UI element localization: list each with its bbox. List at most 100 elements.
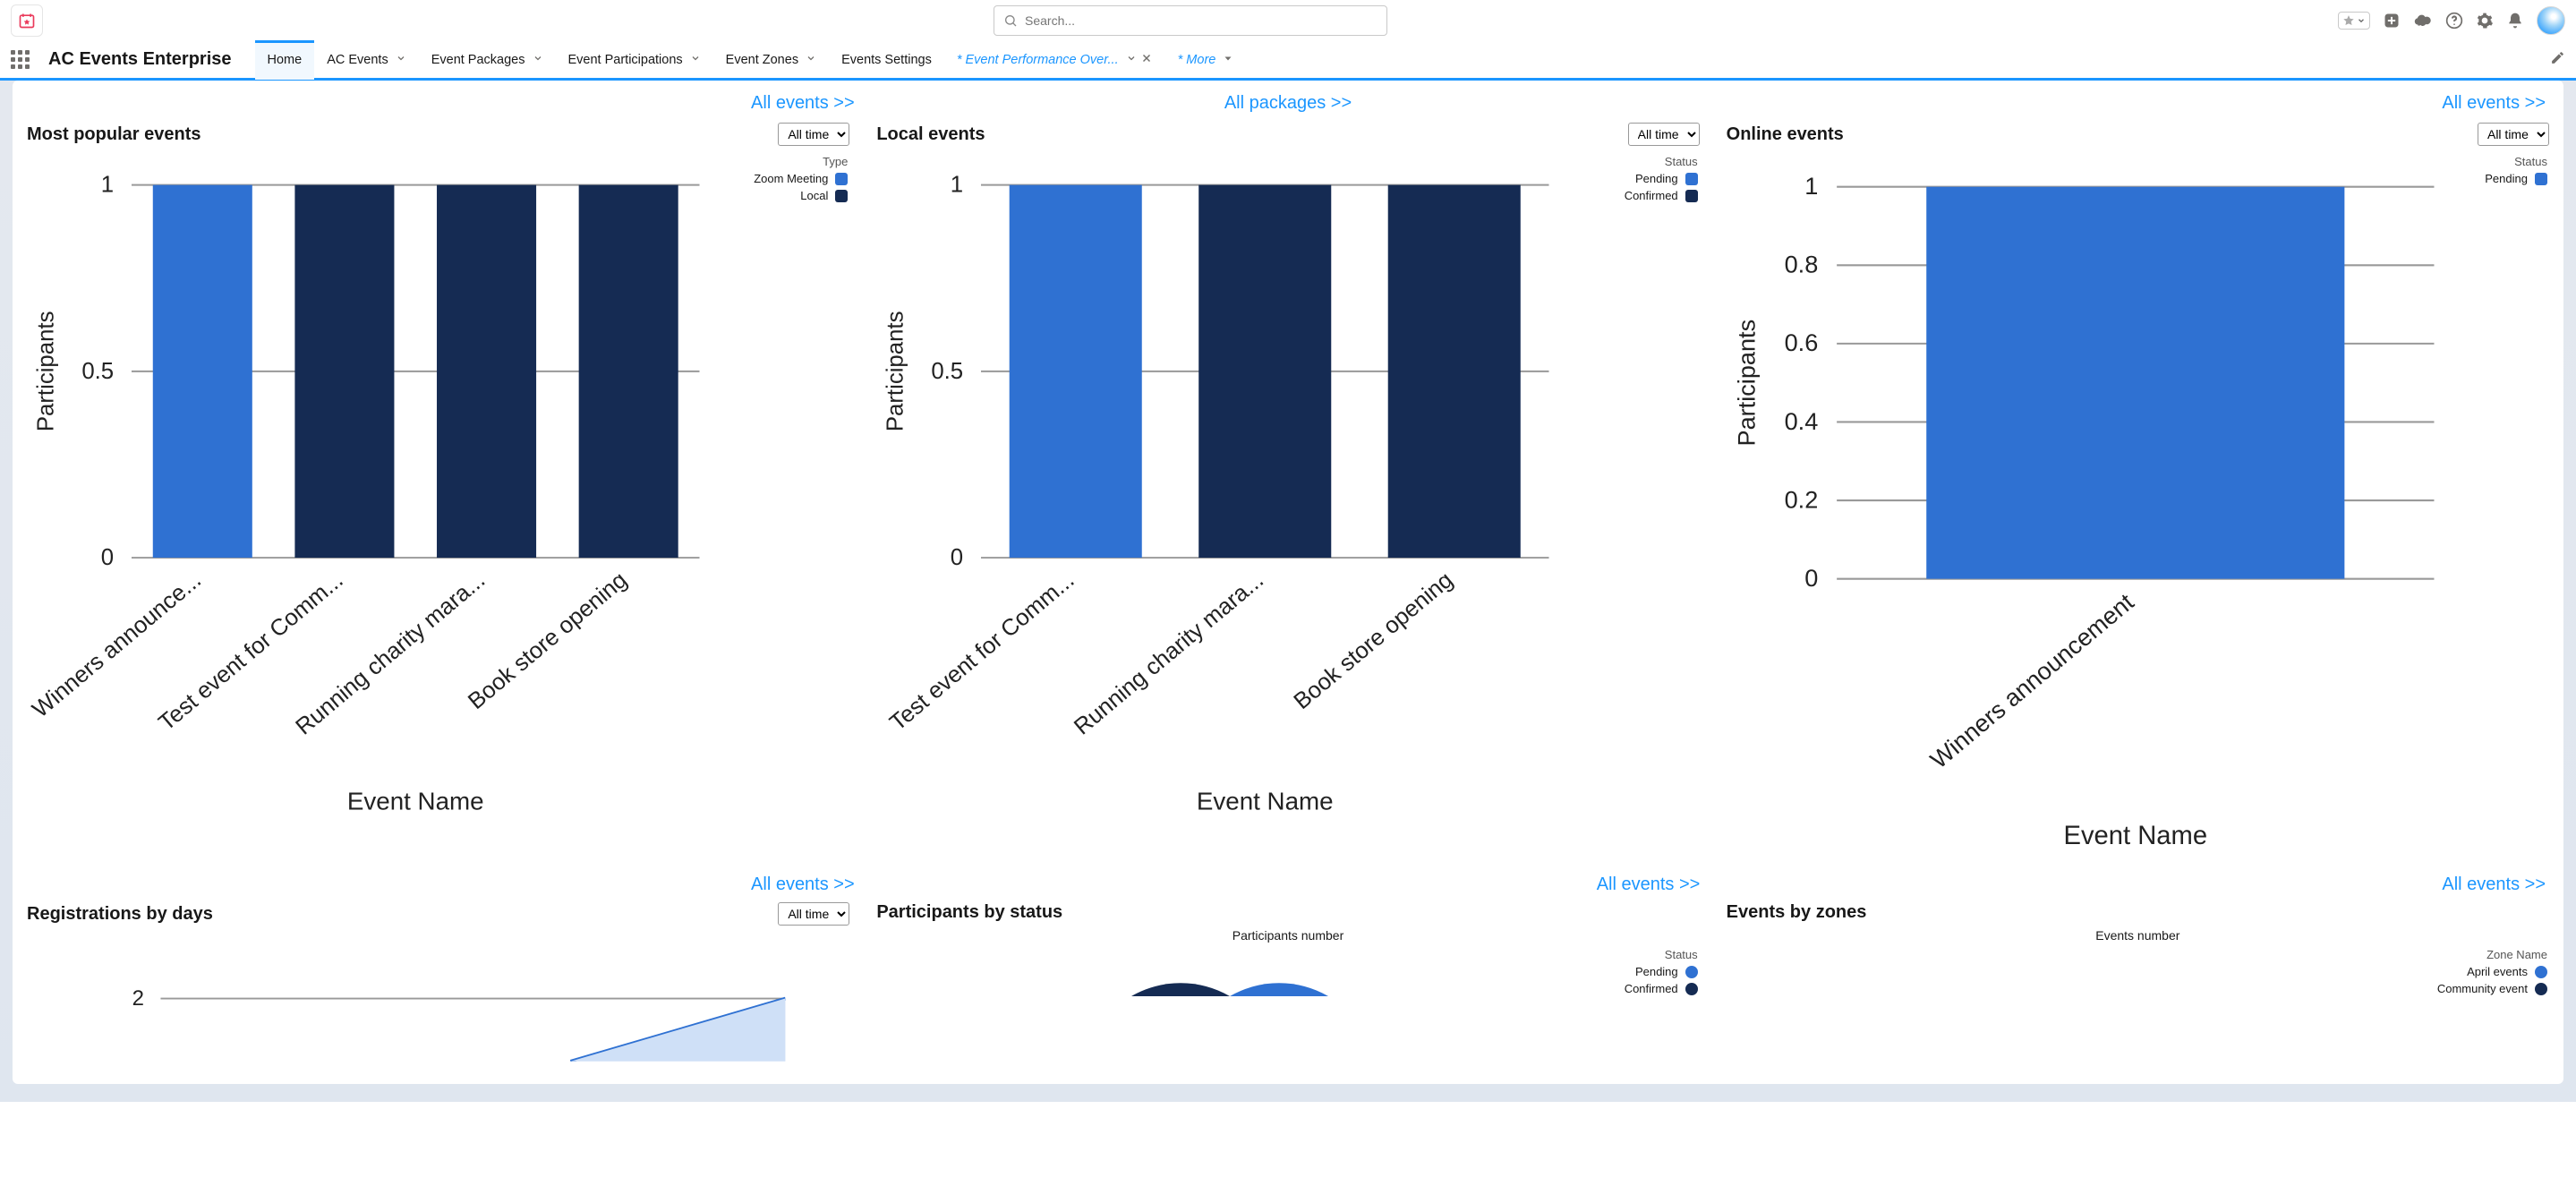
legend-title: Status xyxy=(1567,155,1698,168)
legend-swatch xyxy=(835,190,848,202)
search-input[interactable] xyxy=(1025,13,1378,28)
svg-text:Event Name: Event Name xyxy=(2063,822,2207,850)
legend-title: Type xyxy=(717,155,848,168)
all-events-link[interactable]: All events >> xyxy=(2442,93,2546,113)
legend-item: Pending xyxy=(1585,965,1698,978)
add-button[interactable] xyxy=(2383,12,2401,30)
all-events-link[interactable]: All events >> xyxy=(1597,875,1701,894)
legend-item: Community event xyxy=(2408,982,2547,995)
tab-event-packages[interactable]: Event Packages xyxy=(419,40,556,80)
chevron-down-icon[interactable] xyxy=(533,53,543,67)
favorites-button[interactable] xyxy=(2338,12,2370,30)
svg-text:0.8: 0.8 xyxy=(1784,251,1818,278)
chevron-down-icon[interactable] xyxy=(690,53,701,67)
svg-text:0.5: 0.5 xyxy=(81,359,114,384)
chart-popular: 00.51Winners announce...Test event for C… xyxy=(25,149,717,823)
page-body: All events >> All packages >> All events… xyxy=(0,81,2576,1102)
chevron-down-icon[interactable] xyxy=(806,53,816,67)
time-filter-select[interactable]: All time xyxy=(778,902,849,926)
tab-event-zones[interactable]: Event Zones xyxy=(713,40,829,80)
search-icon xyxy=(1003,13,1018,28)
bell-icon xyxy=(2506,12,2524,30)
legend-item: Pending xyxy=(1567,172,1698,185)
all-packages-link[interactable]: All packages >> xyxy=(1224,93,1352,113)
svg-text:Participants: Participants xyxy=(1732,320,1760,447)
svg-text:0.5: 0.5 xyxy=(932,359,964,384)
chevron-down-icon[interactable] xyxy=(396,53,406,67)
chart-by-zones: 2 xyxy=(1967,943,2164,996)
panel-title: Most popular events xyxy=(27,124,200,145)
svg-text:0: 0 xyxy=(1804,564,1818,592)
cloud-icon xyxy=(2413,13,2433,29)
panel-title: Local events xyxy=(876,124,985,145)
panel-title: Registrations by days xyxy=(27,904,213,925)
avatar[interactable] xyxy=(2537,6,2565,35)
chart-local: 00.51Test event for Comm...Running chari… xyxy=(874,149,1566,823)
svg-text:2: 2 xyxy=(132,986,144,1011)
chevron-down-icon[interactable] xyxy=(1126,53,1137,67)
edit-page-button[interactable] xyxy=(2550,50,2565,70)
tab-ac-events[interactable]: AC Events xyxy=(314,40,419,80)
tab-event-participations[interactable]: Event Participations xyxy=(556,40,713,80)
context-bar: AC Events Enterprise Home AC Events Even… xyxy=(0,41,2576,81)
chart-by-status xyxy=(1131,943,1328,996)
salesforce-button[interactable] xyxy=(2413,13,2433,29)
nav-tabs: Home AC Events Event Packages Event Part… xyxy=(255,40,1247,80)
svg-text:1: 1 xyxy=(101,173,114,198)
svg-text:0.4: 0.4 xyxy=(1784,407,1818,435)
tab-events-settings[interactable]: Events Settings xyxy=(829,40,944,80)
legend-item: Local xyxy=(717,189,848,202)
global-header xyxy=(0,0,2576,41)
chart-reg-days: 2 xyxy=(25,929,851,1062)
legend-swatch xyxy=(2535,173,2547,185)
global-search[interactable] xyxy=(994,5,1387,36)
panel-most-popular: Most popular events All time 00.51Winner… xyxy=(25,123,851,858)
legend-item: Confirmed xyxy=(1567,189,1698,202)
legend-item: Zoom Meeting xyxy=(717,172,848,185)
svg-text:Test event for Comm...: Test event for Comm... xyxy=(885,567,1079,736)
svg-text:Participants: Participants xyxy=(883,311,908,432)
svg-text:Event Name: Event Name xyxy=(1197,788,1334,815)
all-events-link[interactable]: All events >> xyxy=(751,93,855,113)
legend-item: Confirmed xyxy=(1585,982,1698,995)
notifications-button[interactable] xyxy=(2506,12,2524,30)
tab-home[interactable]: Home xyxy=(255,40,315,80)
time-filter-select[interactable]: All time xyxy=(2478,123,2549,146)
svg-text:Participants: Participants xyxy=(34,311,59,432)
app-icon xyxy=(11,4,43,37)
legend-swatch xyxy=(1685,966,1698,978)
panel-participants-by-status: Participants by status Participants numb… xyxy=(874,902,1701,1066)
close-icon[interactable] xyxy=(1140,52,1153,68)
panel-subtitle: Participants number xyxy=(874,928,1701,943)
legend-swatch xyxy=(2535,966,2547,978)
panel-title: Participants by status xyxy=(876,902,1062,923)
star-icon xyxy=(2342,14,2355,27)
svg-text:2: 2 xyxy=(2111,977,2120,995)
legend-swatch xyxy=(835,173,848,185)
setup-button[interactable] xyxy=(2476,12,2494,30)
panel-local-events: Local events All time 00.51Test event fo… xyxy=(874,123,1701,858)
time-filter-select[interactable]: All time xyxy=(1628,123,1700,146)
all-events-link[interactable]: All events >> xyxy=(2442,875,2546,894)
tab-more[interactable]: * More xyxy=(1165,40,1247,80)
question-icon xyxy=(2445,12,2463,30)
plus-icon xyxy=(2383,12,2401,30)
all-events-link[interactable]: All events >> xyxy=(751,875,855,894)
svg-text:Winners announcement: Winners announcement xyxy=(1924,587,2139,773)
legend-title: Status xyxy=(1585,948,1698,961)
tab-event-performance[interactable]: * Event Performance Over... xyxy=(944,40,1165,80)
svg-text:0: 0 xyxy=(101,545,114,570)
caret-down-icon[interactable] xyxy=(1223,53,1233,67)
time-filter-select[interactable]: All time xyxy=(778,123,849,146)
panel-title: Events by zones xyxy=(1727,902,1867,923)
help-button[interactable] xyxy=(2445,12,2463,30)
svg-text:0.2: 0.2 xyxy=(1784,485,1818,513)
legend-item: Pending xyxy=(2452,172,2547,185)
chevron-down-icon xyxy=(2357,16,2366,25)
legend-swatch xyxy=(1685,983,1698,995)
legend-swatch xyxy=(2535,983,2547,995)
svg-text:Book store opening: Book store opening xyxy=(1290,567,1458,714)
legend-title: Status xyxy=(2452,155,2547,168)
app-launcher[interactable] xyxy=(11,50,30,70)
app-name: AC Events Enterprise xyxy=(48,49,232,70)
